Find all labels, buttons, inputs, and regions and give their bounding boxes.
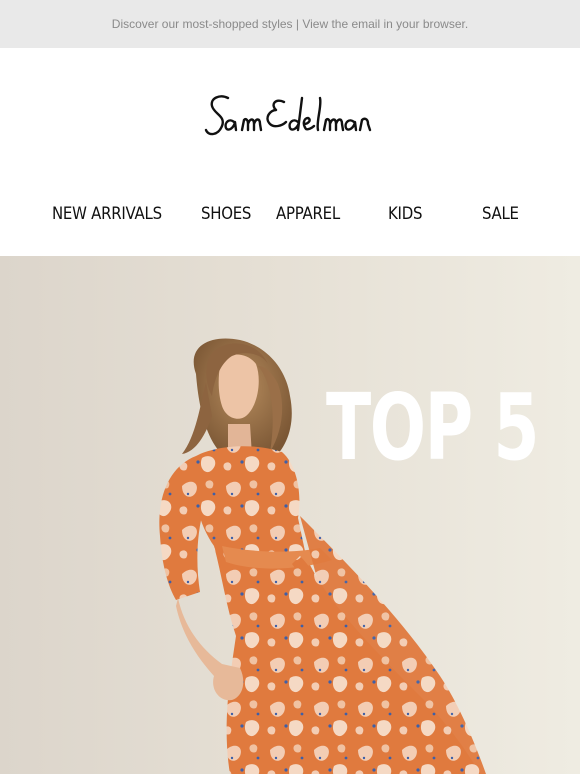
preheader-bar: Discover our most-shopped styles | View … — [0, 0, 580, 48]
signature-logo-icon — [204, 95, 372, 136]
hero-headline: TOP 5 — [326, 374, 539, 481]
brand-logo[interactable] — [200, 92, 380, 150]
nav-sale[interactable]: SALE — [482, 204, 519, 228]
hero-banner[interactable]: TOP 5 — [0, 256, 580, 774]
email-header: NEW ARRIVALS SHOES APPAREL KIDS SALE — [0, 48, 580, 256]
nav-shoes[interactable]: SHOES — [201, 204, 251, 228]
preheader-link[interactable]: Discover our most-shopped styles | View … — [112, 17, 468, 31]
nav-kids[interactable]: KIDS — [388, 204, 422, 228]
hero-model-image — [159, 338, 486, 774]
nav-apparel[interactable]: APPAREL — [276, 204, 340, 228]
nav-new-arrivals[interactable]: NEW ARRIVALS — [52, 204, 162, 228]
